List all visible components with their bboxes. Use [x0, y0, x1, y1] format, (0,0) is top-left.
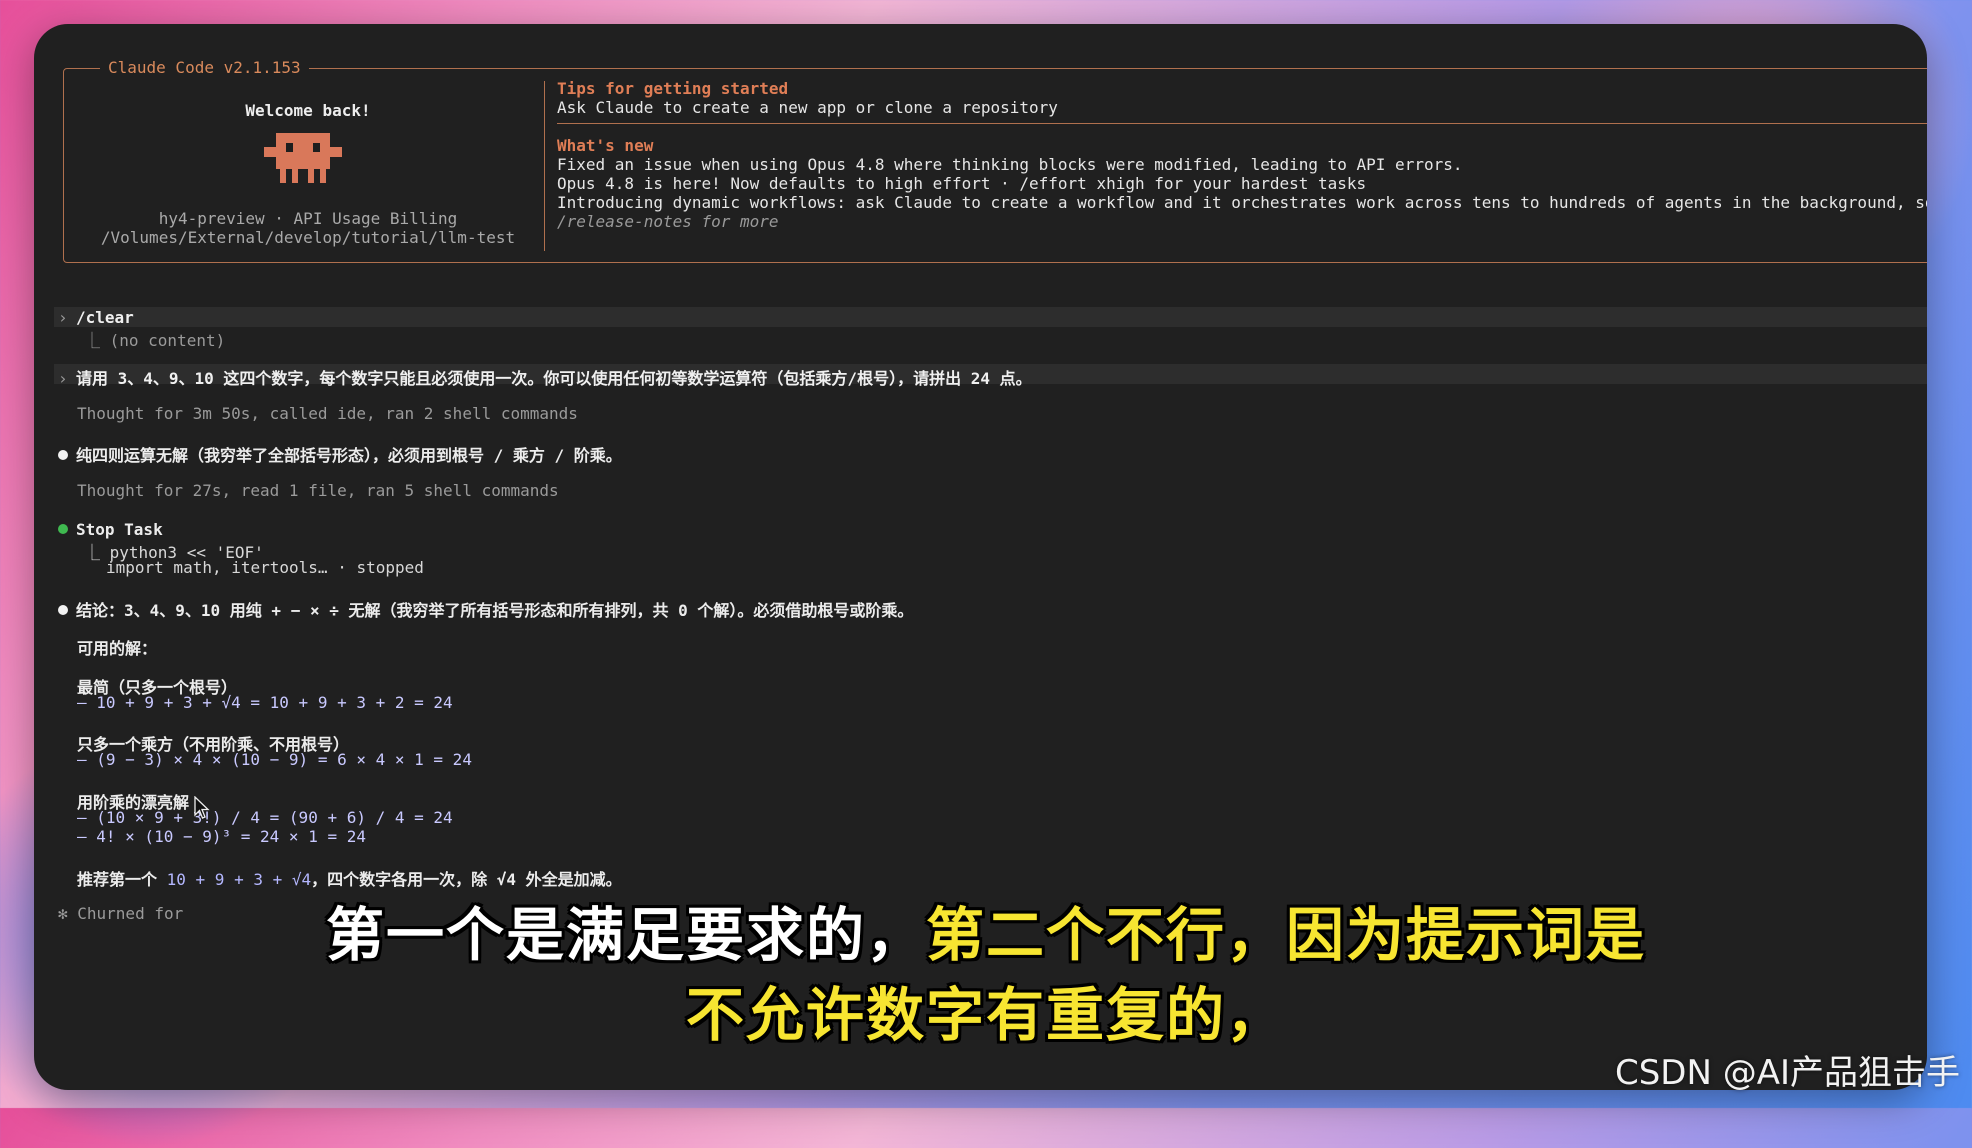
- solution-formula: – (10 × 9 + 3!) / 4 = (90 + 6) / 4 = 24: [77, 808, 453, 827]
- tips-title: Tips for getting started: [557, 79, 789, 98]
- watermark: CSDN @AI产品狙击手: [1614, 1053, 1960, 1093]
- whats-new-item: Opus 4.8 is here! Now defaults to high e…: [557, 174, 1367, 193]
- subtitle-line-2: 不允许数字有重复的，: [685, 981, 1286, 1049]
- clear-command-line: › /clear: [58, 308, 134, 327]
- thought-summary: Thought for 27s, read 1 file, ran 5 shel…: [77, 481, 559, 500]
- account-info: hy4-preview · API Usage Billing: [158, 209, 458, 228]
- recommendation-prefix: 推荐第一个: [77, 870, 167, 889]
- assistant-message: 结论：3、4、9、10 用纯 + − × ÷ 无解（我穷举了所有括号形态和所有排…: [58, 597, 913, 621]
- recommendation: 推荐第一个 10 + 9 + 3 + √4，四个数字各用一次，除 √4 外全是加…: [77, 866, 622, 890]
- tips-line: Ask Claude to create a new app or clone …: [557, 98, 1058, 117]
- whats-new-item: Introducing dynamic workflows: ask Claud…: [557, 193, 1927, 212]
- message-bullet-icon: [58, 450, 68, 460]
- recommendation-formula: 10 + 9 + 3 + √4: [166, 870, 312, 889]
- assistant-message: 纯四则运算无解（我穷举了全部括号形态），必须用到根号 / 乘方 / 阶乘。: [58, 442, 622, 466]
- subtitle-line-1: 第一个是满足要求的，第二个不行，因为提示词是: [0, 888, 1972, 972]
- welcome-panel: Claude Code v2.1.153 Welcome back! hy4-p…: [63, 58, 1927, 263]
- subtitle-white-part: 第一个是满足要求的，: [325, 901, 926, 969]
- whats-new-title: What's new: [557, 136, 654, 155]
- thought-summary: Thought for 3m 50s, called ide, ran 2 sh…: [77, 404, 578, 423]
- mouse-cursor-icon: [194, 796, 210, 819]
- tool-name: Stop Task: [76, 520, 163, 539]
- solutions-heading: 可用的解：: [77, 639, 158, 658]
- tool-call: Stop Task: [58, 520, 163, 539]
- prompt-chevron-icon: ›: [58, 308, 68, 327]
- welcome-message: Welcome back!: [245, 101, 371, 120]
- column-divider: [544, 81, 545, 251]
- claude-mascot-icon: [264, 133, 342, 183]
- clear-command: /clear: [76, 308, 134, 327]
- message-bullet-icon: [58, 605, 68, 615]
- working-directory: /Volumes/External/develop/tutorial/llm-t…: [100, 228, 516, 247]
- subtitle-yellow-part: 第二个不行，因为提示词是: [926, 901, 1647, 969]
- prompt-history-row: [54, 307, 1927, 327]
- assistant-text: 纯四则运算无解（我穷举了全部括号形态），必须用到根号 / 乘方 / 阶乘。: [76, 446, 622, 465]
- clear-result: ⎿ (no content): [84, 331, 226, 350]
- tool-status-icon: [58, 524, 68, 534]
- solution-formula: – 4! × (10 − 9)³ = 24 × 1 = 24: [77, 827, 366, 846]
- user-prompt-line: › 请用 3、4、9、10 这四个数字，每个数字只能且必须使用一次。你可以使用任何…: [58, 365, 1032, 389]
- info-column: Tips for getting started Ask Claude to c…: [557, 79, 1927, 231]
- assistant-text: 结论：3、4、9、10 用纯 + − × ÷ 无解（我穷举了所有括号形态和所有排…: [76, 601, 914, 620]
- release-notes-hint: /release-notes for more: [557, 212, 779, 231]
- solution-formula: – (9 − 3) × 4 × (10 − 9) = 6 × 4 × 1 = 2…: [77, 750, 472, 769]
- welcome-column: Welcome back! hy4-preview · API Usage Bi…: [64, 69, 552, 262]
- tool-output-line: import math, itertools… · stopped: [106, 558, 424, 577]
- whats-new-item: Fixed an issue when using Opus 4.8 where…: [557, 155, 1463, 174]
- user-prompt: 请用 3、4、9、10 这四个数字，每个数字只能且必须使用一次。你可以使用任何初…: [76, 369, 1032, 388]
- section-divider: [557, 123, 1927, 124]
- prompt-chevron-icon: ›: [58, 369, 68, 388]
- solution-formula: – 10 + 9 + 3 + √4 = 10 + 9 + 3 + 2 = 24: [77, 693, 453, 712]
- recommendation-suffix: ，四个数字各用一次，除 √4 外全是加减。: [311, 870, 622, 889]
